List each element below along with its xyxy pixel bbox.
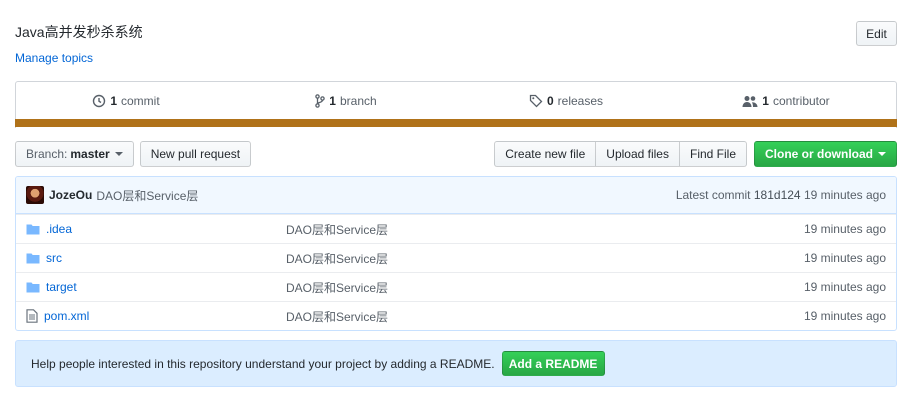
commits-summary[interactable]: 1 commit [16,82,236,120]
file-commit-message[interactable]: DAO层和Service层 [286,308,804,325]
commit-message[interactable]: DAO层和Service层 [96,187,198,204]
history-icon [92,94,106,108]
contributors-summary[interactable]: 1 contributor [676,82,896,120]
add-readme-button[interactable]: Add a README [501,351,605,376]
file-name[interactable]: pom.xml [44,309,89,323]
file-commit-message[interactable]: DAO层和Service层 [286,279,804,296]
people-icon [742,95,758,108]
contributors-label: contributor [772,94,830,108]
commit-author[interactable]: JozeOu [49,188,92,202]
commits-count: 1 [110,94,117,108]
find-file-button[interactable]: Find File [678,141,747,167]
file-commit-message[interactable]: DAO层和Service层 [286,221,804,238]
table-row: src DAO层和Service层 19 minutes ago [16,243,896,272]
releases-count: 0 [546,94,554,108]
file-icon [26,309,38,323]
file-age: 19 minutes ago [803,309,886,323]
file-list: JozeOu DAO层和Service层 Latest commit 181d1… [15,176,897,331]
contributors-count: 1 [762,94,769,108]
language-bar[interactable] [15,119,897,127]
branches-summary[interactable]: 1 branch [236,82,456,120]
folder-icon [26,223,40,235]
new-pull-request-button[interactable]: New pull request [139,141,252,167]
readme-prompt-text: Help people interested in this repositor… [31,356,495,371]
commit-age: 19 minutes ago [803,188,886,202]
caret-down-icon [114,152,123,156]
table-row: target DAO层和Service层 19 minutes ago [16,272,896,301]
caret-down-icon [878,152,886,156]
branch-name: master [70,147,110,161]
file-age: 19 minutes ago [803,222,886,236]
create-new-file-button[interactable]: Create new file [494,141,597,167]
latest-commit-label: Latest commit [675,188,751,202]
branches-count: 1 [329,94,336,108]
file-name[interactable]: src [46,251,62,265]
file-age: 19 minutes ago [803,251,886,265]
clone-or-download-button[interactable]: Clone or download [754,141,897,167]
releases-label: releases [557,94,604,108]
branches-label: branch [339,94,377,108]
table-row: .idea DAO层和Service层 19 minutes ago [16,214,896,243]
releases-summary[interactable]: 0 releases [456,82,676,120]
file-age: 19 minutes ago [803,280,886,294]
file-commit-message[interactable]: DAO层和Service层 [286,250,804,267]
branch-select-button[interactable]: Branch: master [15,141,134,167]
commit-sha[interactable]: 181d124 [754,188,801,202]
clone-label: Clone or download [765,147,873,161]
repo-description: Java高并发秒杀系统 [15,24,143,40]
file-name[interactable]: .idea [46,222,72,236]
branch-prefix: Branch: [26,147,68,161]
manage-topics-link[interactable]: Manage topics [15,51,93,65]
latest-commit-bar: JozeOu DAO层和Service层 Latest commit 181d1… [16,177,896,214]
latest-commit-info: Latest commit 181d124 19 minutes ago [676,188,886,202]
edit-button[interactable]: Edit [856,21,897,46]
readme-prompt: Help people interested in this repositor… [15,340,897,387]
commits-label: commit [121,94,160,108]
file-name[interactable]: target [46,280,77,294]
tag-icon [529,94,543,108]
table-row: pom.xml DAO层和Service层 19 minutes ago [16,301,896,330]
upload-files-button[interactable]: Upload files [595,141,680,167]
branch-icon [315,94,326,108]
folder-icon [26,252,40,264]
folder-icon [26,281,40,293]
avatar[interactable] [26,186,44,204]
